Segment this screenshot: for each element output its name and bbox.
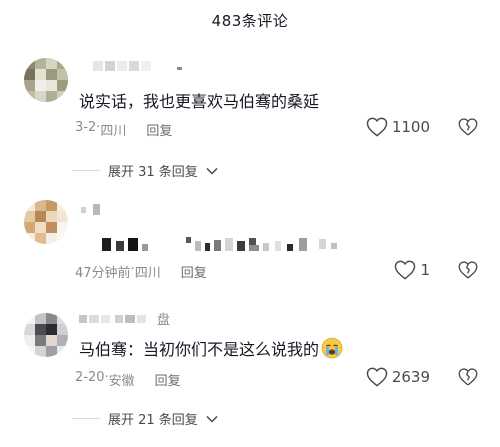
username-visible-part: 盘 [157,313,171,328]
heart-outline-icon [395,260,416,280]
reply-button[interactable]: 回复 [155,370,181,389]
avatar[interactable] [24,200,68,244]
comment-location: 四川 [134,266,161,281]
crying-face-emoji [321,337,343,359]
username-redacted[interactable] [79,59,189,77]
expand-replies-label: 展开 21 条回复 [108,413,198,428]
broken-heart-icon[interactable] [458,117,478,137]
reply-button[interactable]: 回复 [181,262,207,281]
comment-text: 马伯骞：当初你们不是这么说我的 [79,336,343,360]
avatar[interactable] [24,58,68,102]
expand-replies-label: 展开 31 条回复 [108,165,198,180]
avatar[interactable] [24,313,68,357]
comment-meta: 47分钟前 · 四川 回复 [75,262,207,281]
comment-count-title: 483条评论 [211,11,289,30]
comment-location: 安徽 [108,374,135,389]
comment-date: 3-2 [75,120,97,135]
comment-date: 2-20 [75,370,105,385]
like-button[interactable]: 2639 [366,367,430,387]
chevron-down-icon [206,167,218,175]
comment-meta: 2-20 · 安徽 回复 [75,370,181,389]
expand-replies-button[interactable]: 展开 21 条回复 [72,409,218,428]
divider-line [72,170,100,171]
like-count: 2639 [391,368,430,386]
like-button[interactable]: 1 [394,260,430,280]
like-count: 1 [420,261,430,279]
comments-header: 483条评论 [0,0,500,40]
comment-location: 四川 [100,124,127,139]
heart-outline-icon [366,117,388,137]
divider-line [72,418,100,419]
comment-date: 47分钟前 [75,266,131,281]
like-count: 1100 [391,118,430,136]
chevron-down-icon [206,415,218,423]
username[interactable]: 盘 [79,309,170,328]
heart-outline-icon [366,367,388,387]
username-redacted[interactable] [79,203,119,221]
comment-text-redacted [79,235,359,259]
broken-heart-icon[interactable] [458,367,478,387]
expand-replies-button[interactable]: 展开 31 条回复 [72,161,218,180]
comment-meta: 3-2 · 四川 回复 [75,120,173,139]
like-button[interactable]: 1100 [366,117,430,137]
reply-button[interactable]: 回复 [146,120,172,139]
comment-text: 说实话，我也更喜欢马伯骞的桑延 [79,92,320,111]
broken-heart-icon[interactable] [458,260,478,280]
